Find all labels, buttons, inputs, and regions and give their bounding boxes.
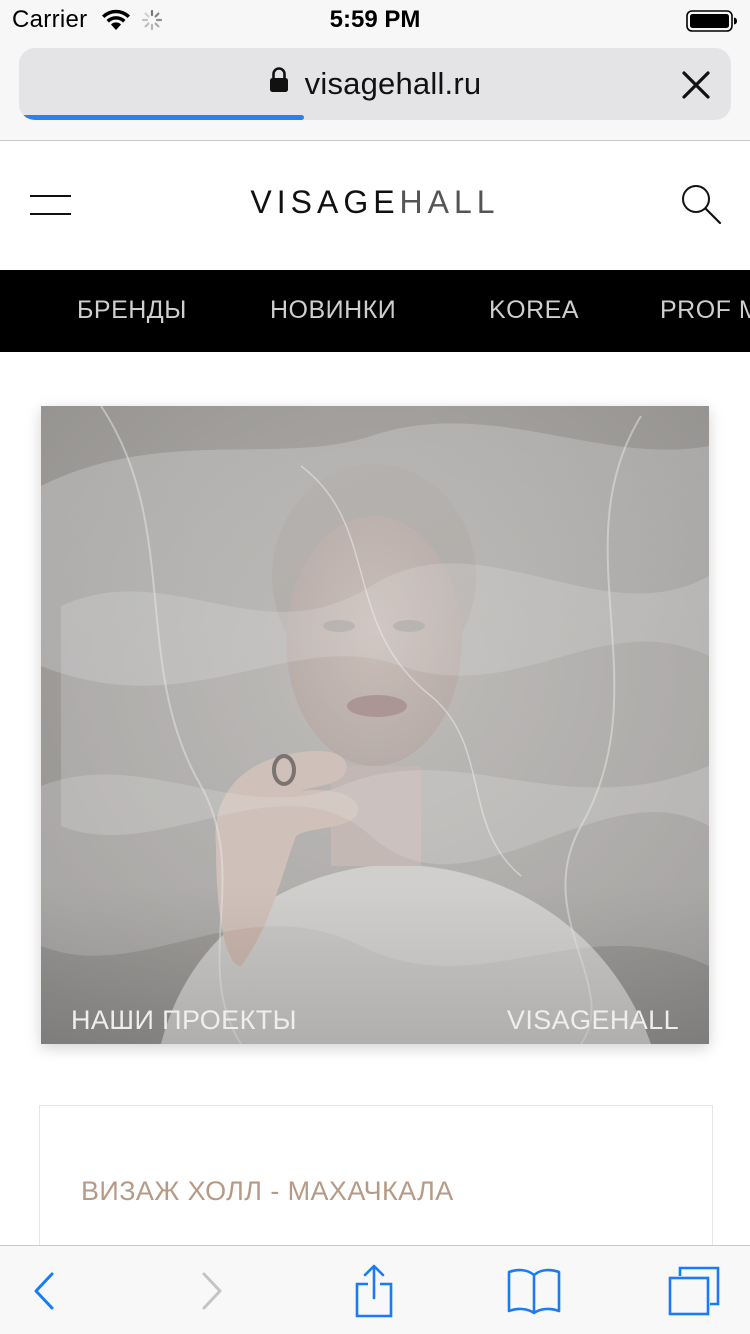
browser-toolbar — [0, 1245, 750, 1334]
nav-item-brands[interactable]: БРЕНДЫ — [77, 296, 187, 325]
clock: 5:59 PM — [329, 6, 421, 33]
share-icon[interactable] — [344, 1246, 404, 1334]
logo-hall: HALL — [399, 184, 500, 220]
logo-visage: VISAGE — [250, 184, 400, 220]
lock-icon — [269, 66, 289, 98]
bookmarks-book-icon[interactable] — [502, 1246, 566, 1334]
hero-projects-card[interactable]: НАШИ ПРОЕКТЫ VISAGEHALL — [41, 406, 709, 1044]
nav-item-prof[interactable]: PROF M — [660, 296, 750, 325]
search-icon[interactable] — [680, 183, 722, 230]
hero-caption-brand: VISAGEHALL — [506, 1005, 679, 1035]
page-load-progress-bar — [19, 115, 304, 120]
nav-item-korea[interactable]: KOREA — [489, 296, 579, 325]
url-text: visagehall.ru — [304, 66, 482, 101]
hero-caption-projects: НАШИ ПРОЕКТЫ — [71, 1005, 297, 1035]
store-title-link[interactable]: ВИЗАЖ ХОЛЛ - МАХАЧКАЛА — [81, 1176, 454, 1207]
battery-icon — [686, 10, 738, 37]
status-bar: Carrier 5:59 PM — [0, 0, 750, 40]
forward-chevron-icon[interactable] — [182, 1246, 242, 1334]
browser-address-bar: visagehall.ru — [0, 40, 750, 141]
hero-photo — [41, 406, 709, 1044]
site-logo[interactable]: VISAGEHALL — [0, 184, 750, 221]
nav-item-new[interactable]: НОВИНКИ — [270, 296, 396, 325]
back-chevron-icon[interactable] — [14, 1246, 74, 1334]
url-field[interactable]: visagehall.ru — [19, 48, 731, 120]
category-nav: БРЕНДЫ НОВИНКИ KOREA PROF M — [0, 270, 750, 352]
site-header: VISAGEHALL — [0, 141, 750, 270]
close-icon[interactable] — [681, 70, 711, 105]
tabs-icon[interactable] — [662, 1246, 726, 1334]
